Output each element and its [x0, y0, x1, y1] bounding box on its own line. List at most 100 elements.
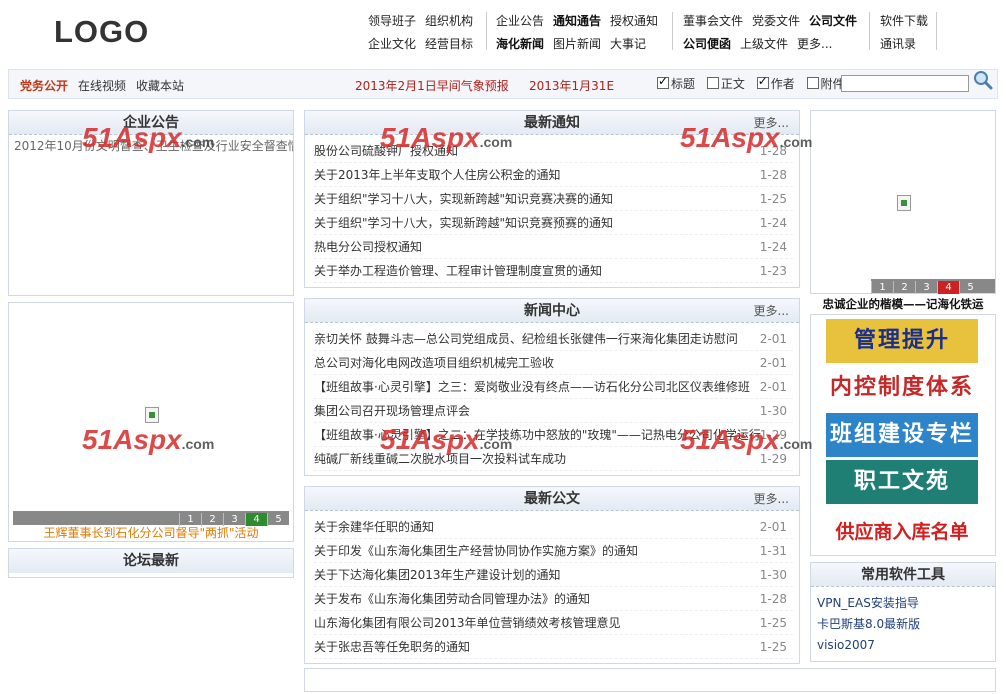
nav-link[interactable]: 通知通告	[553, 14, 601, 28]
site-logo: LOGO	[54, 14, 150, 49]
forum-panel: 论坛最新	[8, 548, 294, 578]
pager-page[interactable]: 5	[959, 281, 981, 294]
checkbox-label: 正文	[720, 77, 745, 91]
panel-title-text: 最新公文	[524, 491, 580, 507]
nav-link[interactable]: 海化新闻	[496, 37, 544, 51]
news-list: 亲切关怀 鼓舞斗志—总公司党组成员、纪检组长张健伟一行来海化集团走访慰问 2-01…	[305, 323, 799, 471]
checkbox-body[interactable]	[706, 77, 719, 89]
broken-image-icon	[897, 195, 911, 211]
announcement-panel: 企业公告 2012年10月份文明督查、卫生检查及行业安全督查情况通报	[8, 110, 294, 296]
page: LOGO 领导班子 组织机构 企业文化 经营目标 企业公告 通知通告 授权通知 海化新闻…	[0, 0, 1006, 694]
photo-slider-right: 12345	[810, 110, 996, 294]
pager-page[interactable]: 3	[915, 281, 937, 294]
quick-links: 党务公开 在线视频 收藏本站	[20, 77, 194, 94]
link-bookmark[interactable]: 收藏本站	[136, 79, 184, 93]
list-item[interactable]: 集团公司召开现场管理点评会 1-30	[314, 399, 793, 423]
panel-title: 常用软件工具	[811, 563, 995, 587]
nav-link[interactable]: 公司文件	[809, 14, 857, 28]
software-link[interactable]: VPN_EAS安装指导	[817, 593, 989, 614]
panel-title: 论坛最新	[9, 549, 293, 573]
photo-caption-right[interactable]: 忠诚企业的楷模——记海化铁运	[810, 296, 996, 312]
list-item[interactable]: 纯碱厂新线重碱二次脱水项目一次投料试车成功 1-29	[314, 447, 793, 471]
nav-link[interactable]: 经营目标	[425, 37, 473, 51]
documents-list: 关于余建华任职的通知 2-01 关于印发《山东海化集团生产经营协同协作实施方案》的…	[305, 511, 799, 659]
link-online-video[interactable]: 在线视频	[78, 79, 126, 93]
search-options: 标题 正文 作者 附件	[657, 74, 853, 92]
panel-title: 新闻中心 更多...	[305, 299, 799, 323]
banner-staff-literature[interactable]: 职工文苑	[826, 460, 978, 504]
search-icon[interactable]	[973, 70, 993, 90]
link-party-affairs[interactable]: 党务公开	[20, 79, 68, 93]
nav-link[interactable]: 党委文件	[752, 14, 800, 28]
checkbox-label: 标题	[671, 77, 696, 91]
more-link[interactable]: 更多...	[754, 487, 789, 511]
pager-page[interactable]: 1	[871, 281, 893, 294]
list-item[interactable]: 亲切关怀 鼓舞斗志—总公司党组成员、纪检组长张健伟一行来海化集团走访慰问 2-01	[314, 327, 793, 351]
more-link[interactable]: 更多...	[754, 111, 789, 135]
nav-link[interactable]: 企业公告	[496, 14, 544, 28]
software-list: VPN_EAS安装指导 卡巴斯基8.0最新版 visio2007	[811, 587, 995, 656]
list-item[interactable]: 【班组故事·心灵引擎】之三：爱岗敬业没有终点——访石化分公司北区仪表维修班 2-0…	[314, 375, 793, 399]
footer-panel	[304, 668, 996, 692]
list-item[interactable]: 关于余建华任职的通知 2-01	[314, 515, 793, 539]
nav-link[interactable]: 组织机构	[425, 14, 473, 28]
news-panel: 新闻中心 更多... 亲切关怀 鼓舞斗志—总公司党组成员、纪检组长张健伟一行来海化…	[304, 298, 800, 476]
nav-column-2: 企业公告 通知通告 授权通知 海化新闻 图片新闻 大事记	[496, 10, 667, 56]
banner-team-building[interactable]: 班组建设专栏	[826, 413, 978, 457]
nav-link[interactable]: 软件下载	[880, 14, 928, 28]
more-link[interactable]: 更多...	[754, 299, 789, 323]
list-item[interactable]: 热电分公司授权通知 1-24	[314, 235, 793, 259]
nav-link[interactable]: 公司便函	[683, 37, 731, 51]
panel-title: 企业公告	[9, 111, 293, 135]
panel-title-text: 新闻中心	[524, 303, 580, 319]
nav-link[interactable]: 领导班子	[368, 14, 416, 28]
list-item[interactable]: 关于组织"学习十八大，实现新跨越"知识竞赛预赛的通知 1-24	[314, 211, 793, 235]
list-item[interactable]: 关于下达海化集团2013年生产建设计划的通知 1-30	[314, 563, 793, 587]
notice-panel: 最新通知 更多... 股份公司硫酸钾厂授权通知 1-28 关于2013年上半年支取个…	[304, 110, 800, 288]
broken-image-icon	[145, 407, 159, 423]
nav-divider	[936, 12, 937, 50]
nav-link[interactable]: 大事记	[610, 37, 646, 51]
nav-link[interactable]: 企业文化	[368, 37, 416, 51]
weather-forecast-link[interactable]: 2013年2月1日早间气象预报	[355, 77, 509, 94]
checkbox-title[interactable]	[657, 74, 669, 89]
notice-list: 股份公司硫酸钾厂授权通知 1-28 关于2013年上半年支取个人住房公积金的通知 1…	[305, 135, 799, 283]
banner-supplier-list[interactable]: 供应商入库名单	[826, 510, 978, 554]
nav-column-3: 董事会文件 党委文件 公司文件 公司便函 上级文件 更多...	[683, 10, 866, 56]
checkbox-label: 作者	[770, 77, 795, 91]
software-link[interactable]: 卡巴斯基8.0最新版	[817, 614, 989, 635]
panel-title-text: 最新通知	[524, 115, 580, 131]
list-item[interactable]: 关于发布《山东海化集团劳动合同管理办法》的通知 1-28	[314, 587, 793, 611]
checkbox-attachment[interactable]	[806, 77, 819, 89]
nav-link[interactable]: 图片新闻	[553, 37, 601, 51]
banner-management[interactable]: 管理提升	[826, 319, 978, 363]
list-item[interactable]: 【班组故事·心灵引擎】之二：在学技练功中怒放的"玫瑰"——记热电分公司化学运行 1…	[314, 423, 793, 447]
software-link[interactable]: visio2007	[817, 635, 989, 656]
software-panel: 常用软件工具 VPN_EAS安装指导 卡巴斯基8.0最新版 visio2007	[810, 562, 996, 662]
panel-title: 最新通知 更多...	[305, 111, 799, 135]
list-item[interactable]: 关于2013年上半年支取个人住房公积金的通知 1-28	[314, 163, 793, 187]
list-item[interactable]: 关于印发《山东海化集团生产经营协同协作实施方案》的通知 1-31	[314, 539, 793, 563]
checkbox-author[interactable]	[756, 74, 769, 89]
slider-pager: 12345	[13, 511, 289, 526]
list-item[interactable]: 关于组织"学习十八大，实现新跨越"知识竞赛决赛的通知 1-25	[314, 187, 793, 211]
list-item[interactable]: 总公司对海化电网改造项目组织机械完工验收 2-01	[314, 351, 793, 375]
nav-link[interactable]: 上级文件	[740, 37, 788, 51]
pager-page[interactable]: 2	[893, 281, 915, 294]
nav-column-1: 领导班子 组织机构 企业文化 经营目标	[368, 10, 482, 56]
nav-link[interactable]: 董事会文件	[683, 14, 743, 28]
panel-title: 最新公文 更多...	[305, 487, 799, 511]
search-input[interactable]	[841, 75, 969, 92]
nav-link[interactable]: 更多...	[797, 37, 832, 51]
announcement-marquee[interactable]: 2012年10月份文明督查、卫生检查及行业安全督查情况通报	[9, 135, 293, 156]
list-item[interactable]: 关于张忠吾等任免职务的通知 1-25	[314, 635, 793, 659]
banner-internal-control[interactable]: 内控制度体系	[826, 366, 978, 410]
list-item[interactable]: 股份公司硫酸钾厂授权通知 1-28	[314, 139, 793, 163]
photo-caption-left[interactable]: 王辉董事长到石化分公司督导"两抓"活动	[8, 524, 294, 541]
list-item[interactable]: 山东海化集团有限公司2013年单位营销绩效考核管理意见 1-25	[314, 611, 793, 635]
pager-page[interactable]: 4	[937, 281, 959, 294]
list-item[interactable]: 关于举办工程造价管理、工程审计管理制度宣贯的通知 1-23	[314, 259, 793, 283]
current-date: 2013年1月31E	[529, 79, 615, 93]
nav-link[interactable]: 授权通知	[610, 14, 658, 28]
nav-link[interactable]: 通讯录	[880, 37, 916, 51]
